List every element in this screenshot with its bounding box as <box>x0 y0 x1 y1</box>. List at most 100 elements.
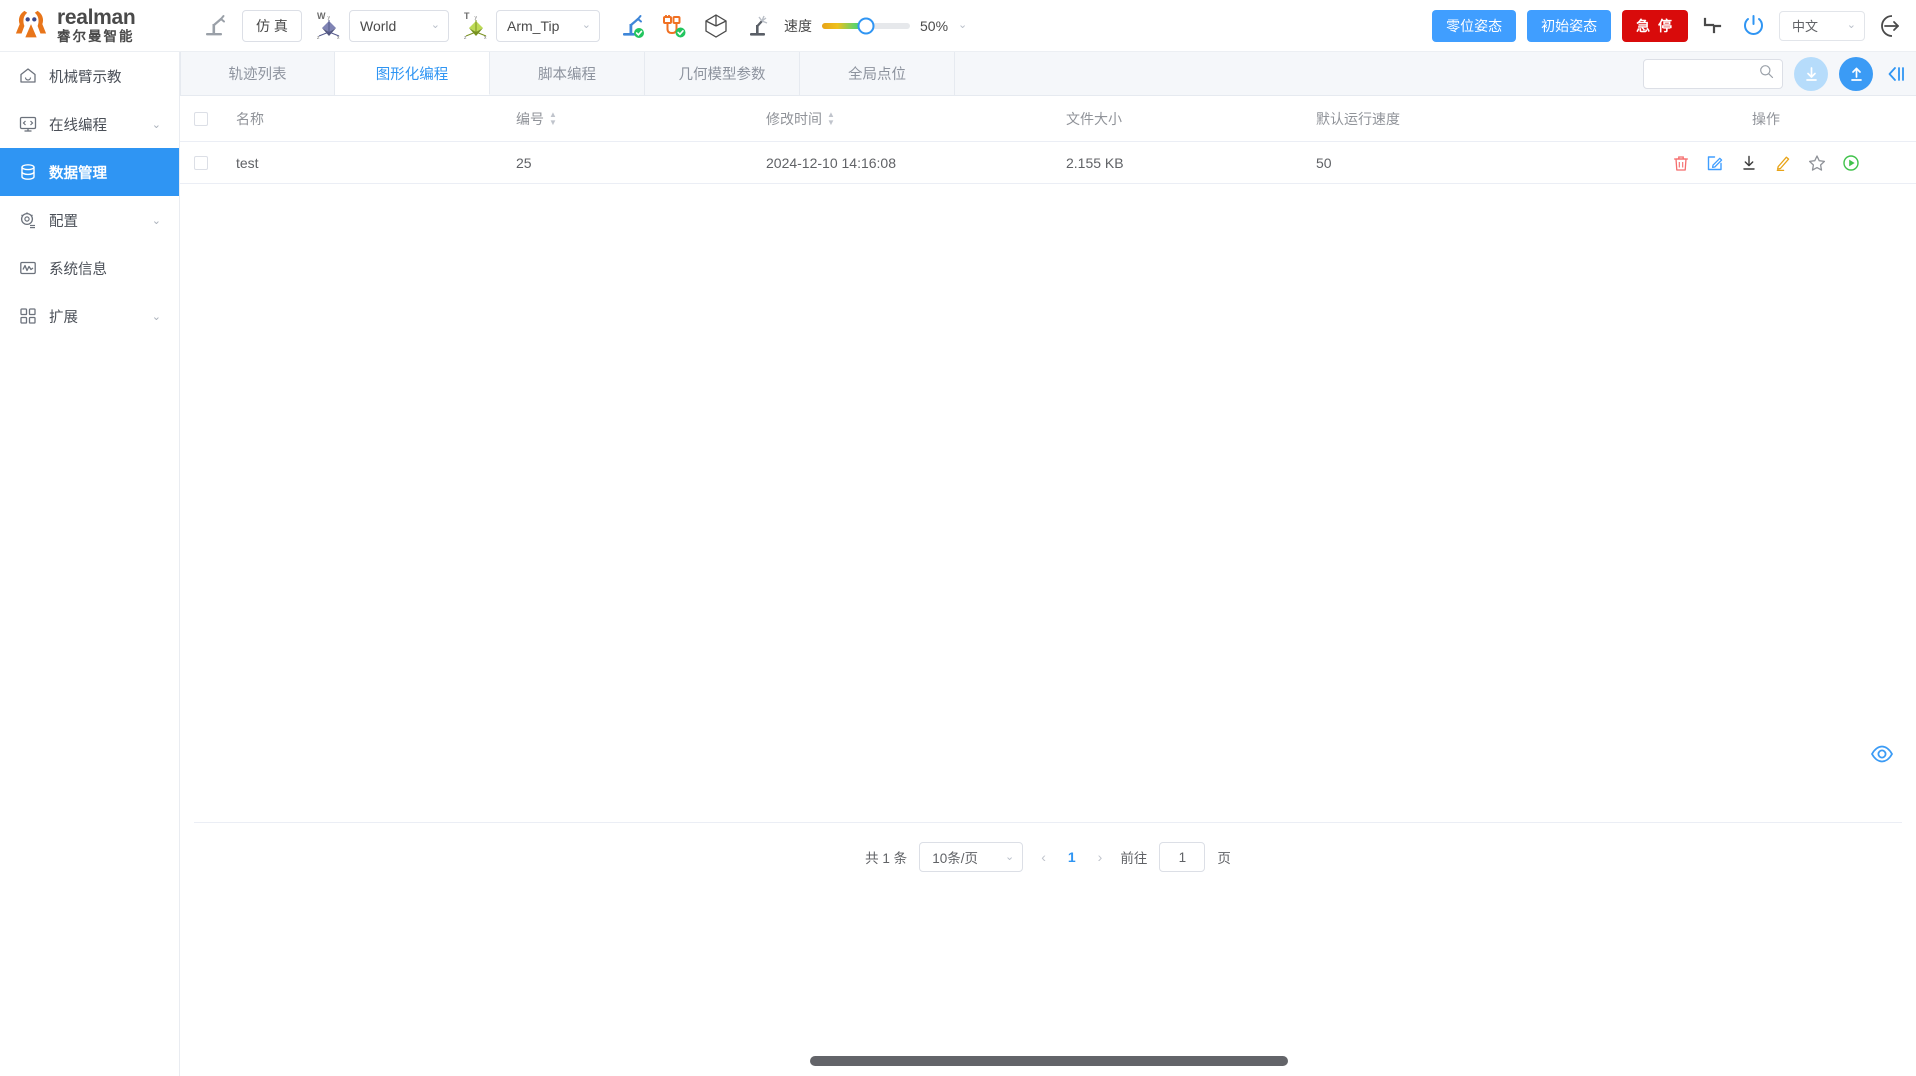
collapse-panel-icon[interactable] <box>1884 60 1908 88</box>
zero-pose-button[interactable]: 零位姿态 <box>1432 10 1516 42</box>
svg-text:y: y <box>475 15 478 21</box>
sidebar-nav: 机械臂示教 在线编程 ⌄ <box>0 52 180 1076</box>
tab-global-points[interactable]: 全局点位 <box>800 52 955 95</box>
pagination-page-unit: 页 <box>1217 847 1231 867</box>
axis-world-badge: W <box>317 11 326 21</box>
table-row[interactable]: test 25 2024-12-10 14:16:08 2.155 KB 50 <box>180 142 1916 184</box>
svg-text:x: x <box>337 35 340 41</box>
row-checkbox[interactable] <box>194 156 208 170</box>
horizontal-scrollbar-track[interactable] <box>180 1046 1916 1076</box>
tab-script-programming[interactable]: 脚本编程 <box>490 52 645 95</box>
pagination-divider <box>194 822 1902 823</box>
sidebar-item-label: 数据管理 <box>49 162 107 183</box>
cable-connected-icon[interactable] <box>660 12 688 40</box>
search-input[interactable] <box>1654 67 1759 82</box>
sidebar-item-extension[interactable]: 扩展 ⌄ <box>0 292 179 340</box>
brand-name-cn: 睿尔曼智能 <box>57 30 135 44</box>
chevron-down-icon[interactable]: ⌄ <box>958 20 967 31</box>
chevron-down-icon: ⌄ <box>431 20 440 31</box>
chevron-down-icon: ⌄ <box>152 214 161 227</box>
tab-geometry-model-params[interactable]: 几何模型参数 <box>645 52 800 95</box>
column-header-modified-time[interactable]: 修改时间 ▲▼ <box>766 109 1066 129</box>
rename-icon[interactable] <box>1774 154 1792 172</box>
column-header-operations: 操作 <box>1616 109 1916 129</box>
tool-frame-group: T y x z Arm_Tip ⌄ <box>463 10 600 42</box>
robot-collision-icon[interactable] <box>744 12 772 40</box>
brand-logo[interactable]: realman 睿尔曼智能 <box>0 7 182 44</box>
speed-slider-handle[interactable] <box>858 17 875 34</box>
emergency-stop-button[interactable]: 急 停 <box>1622 10 1688 42</box>
run-icon[interactable] <box>1842 154 1860 172</box>
cell-number: 25 <box>516 155 766 171</box>
speed-label: 速度 <box>784 16 812 36</box>
pagination-page-1[interactable]: 1 <box>1064 849 1080 865</box>
tab-trajectory-list[interactable]: 轨迹列表 <box>180 52 335 95</box>
joint-limit-icon[interactable] <box>1699 12 1727 40</box>
axis-tool-icon: T y x z <box>463 12 489 40</box>
top-toolbar: realman 睿尔曼智能 仿 真 W <box>0 0 1916 52</box>
robot-arm-icon[interactable] <box>198 9 232 43</box>
pagination: 共 1 条 10条/页 ⌄ ‹ 1 › 前往 页 <box>180 842 1916 872</box>
power-icon[interactable] <box>1738 11 1768 41</box>
tab-graphical-programming[interactable]: 图形化编程 <box>335 52 490 95</box>
sidebar-item-label: 扩展 <box>49 306 78 327</box>
download-icon <box>1802 65 1821 84</box>
preview-eye-button[interactable] <box>1870 742 1894 771</box>
chevron-down-icon: ⌄ <box>152 118 161 131</box>
search-icon[interactable] <box>1759 64 1774 84</box>
grid-blocks-icon <box>18 307 37 326</box>
sidebar-item-data-management[interactable]: 数据管理 <box>0 148 179 196</box>
code-screen-icon <box>18 115 37 134</box>
robot-connected-icon[interactable] <box>618 12 646 40</box>
table-header-row: 名称 编号 ▲▼ 修改时间 ▲▼ 文件大小 默认运行速度 操作 <box>180 96 1916 142</box>
row-select-cell <box>194 156 236 170</box>
svg-text:y: y <box>328 15 331 21</box>
sidebar-item-online-programming[interactable]: 在线编程 ⌄ <box>0 100 179 148</box>
page-size-select[interactable]: 10条/页 ⌄ <box>919 842 1023 872</box>
chevron-down-icon: ⌄ <box>1005 852 1014 863</box>
database-icon <box>18 163 37 182</box>
tool-frame-select[interactable]: Arm_Tip ⌄ <box>496 10 600 42</box>
speed-slider[interactable] <box>822 23 910 29</box>
chevron-down-icon: ⌄ <box>152 310 161 323</box>
status-icon-group <box>618 12 772 40</box>
axis-tool-badge: T <box>464 11 470 21</box>
search-box[interactable] <box>1643 59 1783 89</box>
delete-icon[interactable] <box>1672 154 1690 172</box>
pagination-next-button[interactable]: › <box>1092 849 1109 865</box>
pagination-total: 共 1 条 <box>865 847 907 867</box>
upload-circle-button[interactable] <box>1839 57 1873 91</box>
column-header-number-label: 编号 <box>516 109 544 129</box>
sidebar-item-configuration[interactable]: 配置 ⌄ <box>0 196 179 244</box>
column-header-number[interactable]: 编号 ▲▼ <box>516 109 766 129</box>
sidebar-item-system-info[interactable]: 系统信息 <box>0 244 179 292</box>
chevron-down-icon: ⌄ <box>582 20 591 31</box>
tab-bar-actions <box>1643 52 1908 96</box>
sort-number-icon[interactable]: ▲▼ <box>549 111 557 126</box>
language-value: 中文 <box>1792 16 1818 35</box>
horizontal-scrollbar-thumb[interactable] <box>810 1056 1288 1066</box>
world-frame-select[interactable]: World ⌄ <box>349 10 449 42</box>
download-circle-button[interactable] <box>1794 57 1828 91</box>
world-frame-value: World <box>360 18 396 34</box>
edit-icon[interactable] <box>1706 154 1724 172</box>
logout-icon[interactable] <box>1876 11 1906 41</box>
cell-file-size: 2.155 KB <box>1066 155 1316 171</box>
sidebar-item-teaching[interactable]: 机械臂示教 <box>0 52 179 100</box>
eye-icon <box>1870 742 1894 766</box>
download-icon[interactable] <box>1740 154 1758 172</box>
simulation-mode-button[interactable]: 仿 真 <box>242 10 302 42</box>
cube-icon[interactable] <box>702 12 730 40</box>
world-frame-group: W y x z World ⌄ <box>316 10 449 42</box>
sidebar-item-label: 系统信息 <box>49 258 107 279</box>
column-header-modified-time-label: 修改时间 <box>766 109 822 129</box>
pagination-goto-input[interactable] <box>1159 842 1205 872</box>
cell-name: test <box>236 155 516 171</box>
language-select[interactable]: 中文 ⌄ <box>1779 11 1865 41</box>
select-all-checkbox[interactable] <box>194 112 208 126</box>
monitor-wave-icon <box>18 259 37 278</box>
sort-time-icon[interactable]: ▲▼ <box>827 111 835 126</box>
pagination-prev-button[interactable]: ‹ <box>1035 849 1052 865</box>
init-pose-button[interactable]: 初始姿态 <box>1527 10 1611 42</box>
favorite-star-icon[interactable] <box>1808 154 1826 172</box>
